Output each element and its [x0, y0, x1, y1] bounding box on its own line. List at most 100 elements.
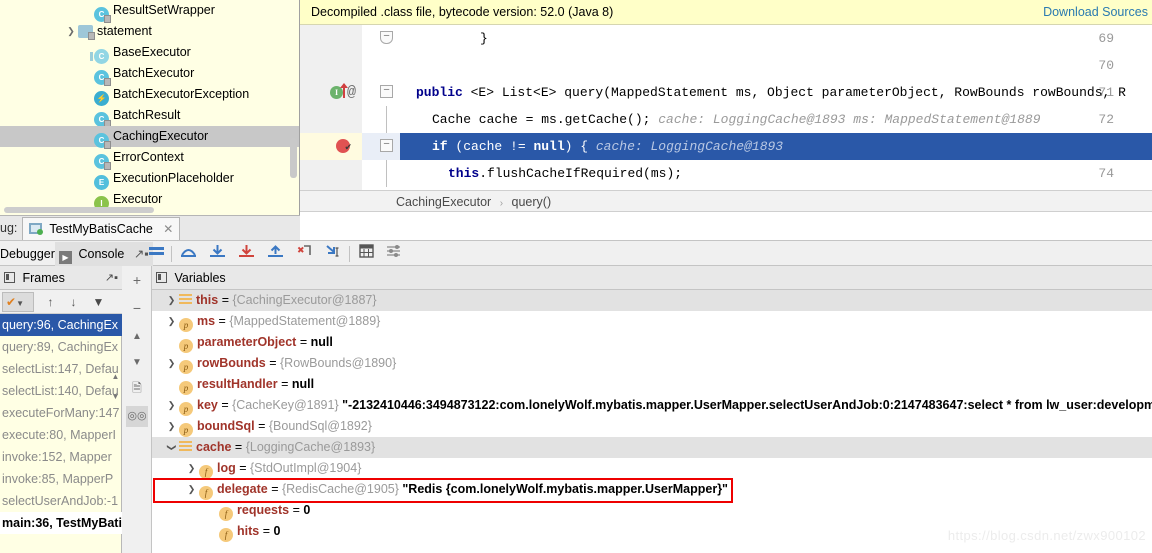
step-into-button[interactable]	[207, 244, 228, 264]
pin-icon[interactable]: ↗▪	[105, 266, 118, 290]
move-up-button[interactable]: ▲	[126, 326, 148, 347]
frame-row[interactable]: selectList:140, Defau	[0, 380, 122, 402]
code-text[interactable]: this.flushCacheIfRequired(ms);	[400, 160, 682, 187]
frame-row[interactable]: selectUserAndJob:-1	[0, 490, 122, 512]
editor-gutter[interactable]	[300, 160, 362, 187]
step-out-button[interactable]	[265, 244, 286, 264]
fold-toggle-icon[interactable]: −	[380, 85, 393, 98]
tab-debugger[interactable]: Debugger	[0, 241, 55, 267]
frames-scroll-up-icon[interactable]: ▲	[110, 371, 121, 382]
code-text[interactable]: public <E> List<E> query(MappedStatement…	[400, 79, 1126, 106]
code-line-74[interactable]: 74 this.flushCacheIfRequired(ms);	[300, 160, 1152, 187]
chevron-right-icon[interactable]: ❯	[164, 416, 179, 437]
download-sources-link[interactable]: Download Sources	[1043, 0, 1148, 25]
variables-side-toolbar[interactable]: + − ▲ ▼ 🗎 ◎◎	[122, 266, 152, 553]
annotation-icon[interactable]: @	[347, 79, 356, 106]
code-line-72[interactable]: 72 Cache cache = ms.getCache(); cache: Lo…	[300, 106, 1152, 133]
variable-row[interactable]: ❯ cache = {LoggingCache@1893}	[152, 437, 1152, 458]
debugger-toolbar[interactable]: Debugger ▶ Console ↗▪ ✖	[0, 240, 1152, 266]
breakpoint-icon[interactable]	[336, 135, 352, 162]
editor-gutter[interactable]	[300, 133, 362, 160]
chevron-right-icon[interactable]: ❯	[184, 479, 199, 500]
run-to-cursor-button[interactable]	[323, 244, 344, 264]
variable-row[interactable]: p parameterObject = null	[152, 332, 1152, 353]
copy-value-button[interactable]: 🗎	[126, 378, 148, 399]
frames-scroll-down-icon[interactable]: ▼	[110, 391, 121, 402]
evaluate-expression-button[interactable]	[356, 244, 377, 264]
code-line-73[interactable]: 73−if (cache != null) { cache: LoggingCa…	[300, 133, 1152, 162]
frame-row[interactable]: invoke:152, Mapper	[0, 446, 122, 468]
tree-item-errorcontext[interactable]: C ErrorContext	[0, 147, 299, 170]
frame-down-button[interactable]: ↓	[65, 294, 82, 311]
move-down-button[interactable]: ▼	[126, 352, 148, 373]
code-editor[interactable]: Decompiled .class file, bytecode version…	[300, 0, 1152, 190]
chevron-right-icon[interactable]: ❯	[184, 458, 199, 479]
frame-row[interactable]: selectList:147, Defau	[0, 358, 122, 380]
inspect-button[interactable]: ◎◎	[126, 406, 148, 427]
frame-up-button[interactable]: ↑	[42, 294, 59, 311]
code-text[interactable]: }	[400, 25, 488, 52]
variable-row[interactable]: p resultHandler = null	[152, 374, 1152, 395]
settings-button[interactable]	[383, 244, 404, 264]
variable-row[interactable]: ❯ p boundSql = {BoundSql@1892}	[152, 416, 1152, 437]
frame-row[interactable]: executeForMany:147	[0, 402, 122, 424]
code-line-70[interactable]: 70	[300, 52, 1152, 79]
editor-gutter[interactable]	[300, 52, 362, 79]
tree-item-batchexecutorexception[interactable]: ⚡ BatchExecutorException	[0, 84, 299, 106]
add-watch-button[interactable]: +	[126, 270, 148, 291]
tree-item-baseexecutor[interactable]: C BaseExecutor	[0, 42, 299, 64]
close-icon[interactable]: ✕	[163, 222, 173, 236]
frames-list[interactable]: query:96, CachingEx query:89, CachingEx se…	[0, 314, 122, 534]
tree-item-resultsetwrapper[interactable]: C ResultSetWrapper	[0, 0, 299, 23]
editor-gutter[interactable]	[300, 25, 362, 52]
breadcrumb-class[interactable]: CachingExecutor	[396, 195, 491, 209]
fold-toggle-icon[interactable]: −	[380, 31, 393, 44]
filter-icon[interactable]: ▼	[90, 294, 107, 311]
tree-item-executionplaceholder[interactable]: E ExecutionPlaceholder	[0, 168, 299, 190]
project-tree-panel[interactable]: C ResultSetWrapper ❯ statement C BaseExecutor…	[0, 0, 300, 215]
breadcrumb-method[interactable]: query()	[512, 195, 552, 209]
chevron-right-icon[interactable]: ❯	[164, 311, 179, 332]
variables-panel[interactable]: Variables ❯ this = {CachingExecutor@1887}…	[152, 266, 1152, 553]
thread-selector-dropdown[interactable]: ✔▼	[2, 292, 34, 312]
tree-item-batchresult[interactable]: C BatchResult	[0, 105, 299, 128]
remove-watch-button[interactable]: −	[126, 298, 148, 319]
frame-row[interactable]: main:36, TestMyBati	[0, 512, 122, 534]
frames-toolbar[interactable]: ✔▼ ↑ ↓ ▼	[0, 290, 122, 314]
variable-row[interactable]: ❯ p ms = {MappedStatement@1889}	[152, 311, 1152, 332]
code-lines-container[interactable]: 69−} 70 71 I @ − public <E> List<E> query(Mapp…	[300, 25, 1152, 190]
editor-gutter[interactable]	[300, 106, 362, 133]
variable-row[interactable]: ❯ f log = {StdOutImpl@1904}	[152, 458, 1152, 479]
code-text[interactable]: if (cache != null) { cache: LoggingCache…	[400, 133, 783, 160]
breadcrumb[interactable]: CachingExecutor › query()	[300, 190, 1152, 212]
variable-row[interactable]: f requests = 0	[152, 500, 1152, 521]
frame-row[interactable]: query:89, CachingEx	[0, 336, 122, 358]
fold-toggle-icon[interactable]: −	[380, 139, 393, 152]
frames-panel[interactable]: Frames ↗▪ ✔▼ ↑ ↓ ▼ query:96, CachingEx qu…	[0, 266, 122, 553]
chevron-right-icon[interactable]: ❯	[164, 395, 179, 416]
tree-horizontal-scrollbar[interactable]	[4, 207, 154, 213]
frame-row[interactable]: execute:80, MapperI	[0, 424, 122, 446]
code-line-71[interactable]: 71 I @ − public <E> List<E> query(MappedStat…	[300, 79, 1152, 106]
drop-frame-button[interactable]: ✖	[294, 244, 315, 264]
chevron-right-icon[interactable]: ❯	[64, 21, 78, 42]
tab-console[interactable]: ▶ Console ↗▪	[55, 242, 153, 266]
tree-item-batchexecutor[interactable]: C BatchExecutor	[0, 63, 299, 86]
tree-item-cachingexecutor[interactable]: C CachingExecutor	[0, 126, 299, 149]
step-over-button[interactable]	[178, 244, 199, 264]
tree-vertical-scrollbar[interactable]	[290, 138, 297, 178]
variable-row[interactable]: ❯ f delegate = {RedisCache@1905} "Redis {c…	[152, 479, 1152, 500]
chevron-right-icon[interactable]: ❯	[164, 353, 179, 374]
variables-list[interactable]: ❯ this = {CachingExecutor@1887} ❯ p ms = {Ma…	[152, 290, 1152, 542]
variable-row[interactable]: ❯ this = {CachingExecutor@1887}	[152, 290, 1152, 311]
code-text[interactable]: Cache cache = ms.getCache(); cache: Logg…	[400, 106, 1041, 133]
code-line-69[interactable]: 69 −}	[300, 25, 1152, 52]
chevron-right-icon[interactable]: ❯	[164, 290, 179, 311]
run-configuration-tab[interactable]: TestMyBatisCache ✕	[22, 217, 181, 241]
frame-row[interactable]: invoke:85, MapperP	[0, 468, 122, 490]
variable-row[interactable]: ❯ p key = {CacheKey@1891} "-2132410446:349…	[152, 395, 1152, 416]
force-step-into-button[interactable]	[236, 244, 257, 264]
mute-breakpoints-button[interactable]	[146, 244, 167, 264]
frame-row[interactable]: query:96, CachingEx	[0, 314, 122, 336]
variable-row[interactable]: ❯ p rowBounds = {RowBounds@1890}	[152, 353, 1152, 374]
